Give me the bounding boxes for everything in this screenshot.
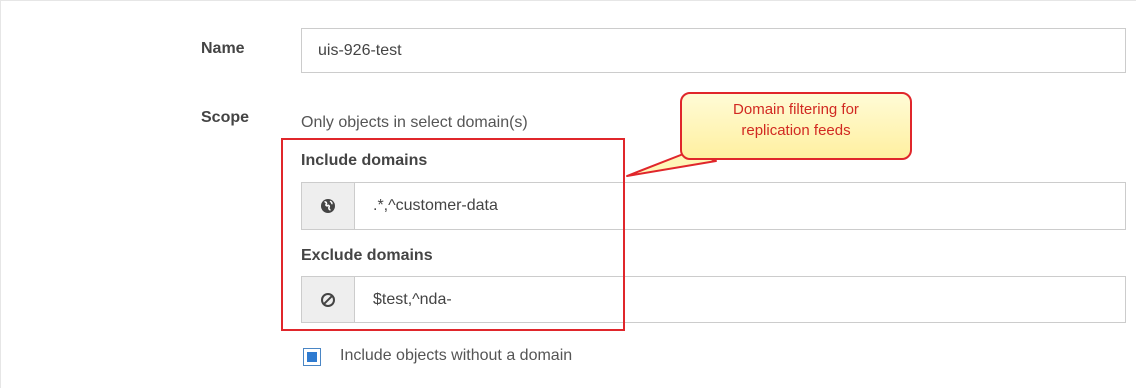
- include-without-domain-checkbox[interactable]: [303, 348, 321, 366]
- checkbox-check-mark: [307, 352, 317, 362]
- annotation-callout: Domain filtering for replication feeds: [680, 92, 912, 160]
- callout-text-line2: replication feeds: [741, 122, 851, 139]
- callout-text-line1: Domain filtering for: [733, 101, 859, 118]
- form-panel: Name uis-926-test Scope Only objects in …: [0, 0, 1136, 388]
- include-without-domain-label[interactable]: Include objects without a domain: [340, 347, 572, 365]
- callout-pointer: [626, 150, 717, 177]
